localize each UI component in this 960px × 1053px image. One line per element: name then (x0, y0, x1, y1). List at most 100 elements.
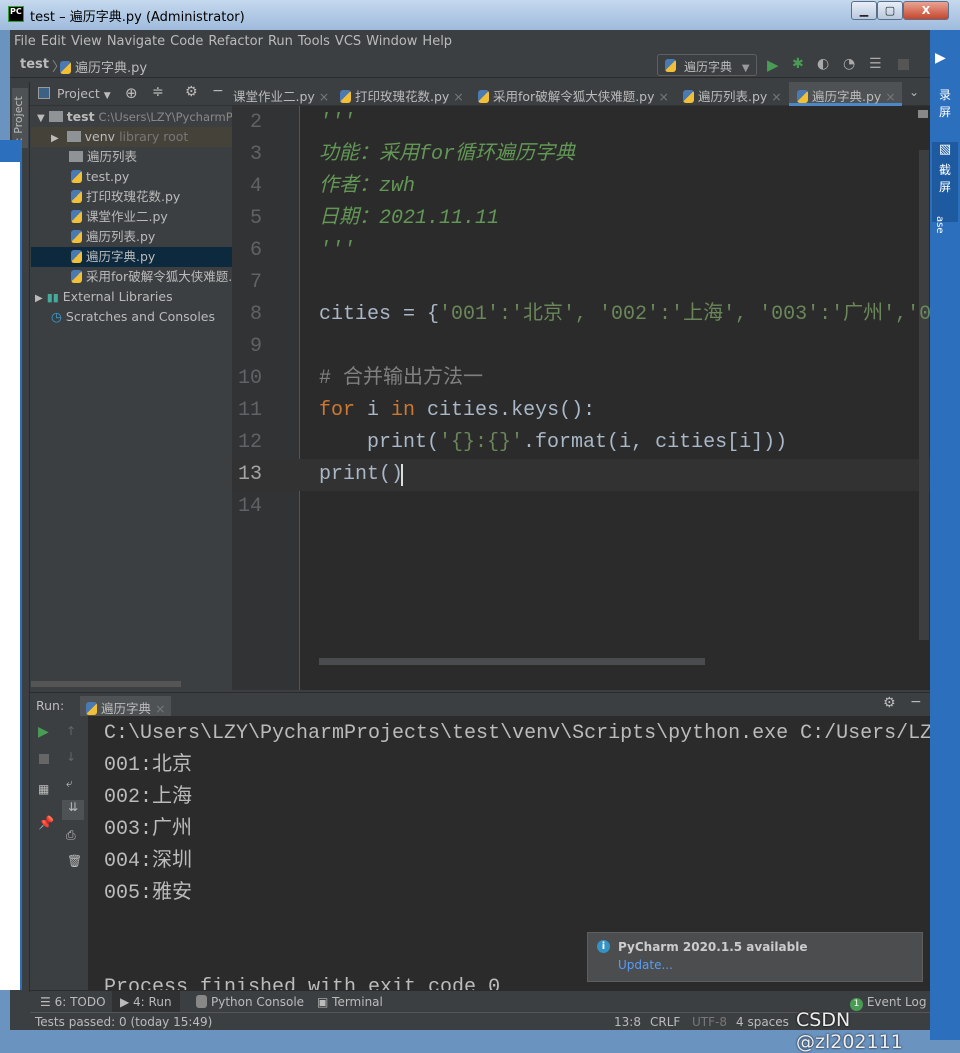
close-button[interactable]: X (903, 1, 949, 20)
rerun-icon[interactable]: ▶ (38, 724, 49, 740)
menu-file[interactable]: File (14, 34, 41, 49)
menu-edit[interactable]: Edit (41, 34, 71, 49)
python-file-icon (340, 90, 351, 103)
root-name: test (66, 109, 95, 124)
python-file-icon (71, 270, 82, 283)
tree-scratches[interactable]: ◷ Scratches and Consoles (31, 307, 232, 327)
minimize-button[interactable]: ▁ (851, 1, 877, 20)
breadcrumb-project[interactable]: test (20, 57, 49, 72)
breadcrumb-file[interactable]: 遍历字典.py (60, 57, 147, 76)
tree-item[interactable]: 打印玫瑰花数.py (31, 187, 232, 207)
tab-遍历列表[interactable]: 遍历列表.py × (683, 82, 787, 106)
video-icon[interactable]: ▶ (935, 50, 946, 66)
close-icon[interactable]: × (658, 89, 668, 104)
tree-item[interactable]: 遍历列表 (31, 147, 232, 167)
run-icon[interactable]: ▶ (767, 56, 779, 74)
breadcrumb-file-label: 遍历字典.py (75, 61, 148, 76)
tab-采用for破解令狐大侠难题[interactable]: 采用for破解令狐大侠难题.py × (478, 82, 678, 106)
debug-icon[interactable]: ✱ (792, 56, 804, 72)
print-icon[interactable]: ⎙ (66, 828, 76, 843)
indent-setting[interactable]: 4 spaces (736, 1015, 789, 1029)
down-icon[interactable]: ↓ (66, 750, 76, 764)
vertical-scrollbar[interactable] (919, 150, 929, 640)
scroll-to-end-icon[interactable]: ⇊ (62, 800, 84, 820)
code-keyword: in (391, 399, 416, 422)
gear-icon[interactable]: ⚙ (883, 695, 896, 711)
folder-icon (66, 131, 81, 142)
layout-icon[interactable]: ▦ (38, 782, 49, 796)
tree-item[interactable]: 遍历列表.py (31, 227, 232, 247)
menu-code[interactable]: Code (170, 34, 208, 49)
profile-icon[interactable]: ◔ (843, 56, 855, 72)
python-icon (86, 702, 97, 715)
tab-课堂作业二[interactable]: 课堂作业二.py × (233, 82, 333, 106)
project-tool-button[interactable]: 1: Project (12, 88, 28, 148)
coverage-icon[interactable]: ◐ (817, 56, 829, 72)
editor-horizontal-scrollbar[interactable] (319, 658, 705, 665)
menu-refactor[interactable]: Refactor (208, 34, 268, 49)
close-icon[interactable]: × (453, 89, 463, 104)
code-line: print('{}:{}'.format(i, cities[i])) (319, 427, 787, 459)
console-line: Process finished with exit code 0 (104, 976, 501, 990)
hide-icon[interactable]: − (910, 694, 922, 710)
todo-tool-button[interactable]: ☰ 6: TODO (40, 995, 106, 1009)
tree-item[interactable]: test.py (31, 167, 232, 187)
collapse-icon[interactable]: ≑ (152, 84, 164, 100)
python-file-icon (71, 190, 82, 203)
menu-view[interactable]: View (71, 34, 107, 49)
menu-window[interactable]: Window (366, 34, 422, 49)
pin-icon[interactable]: 📌 (38, 816, 54, 831)
tree-external-libraries[interactable]: ▶ ▮▮ External Libraries (31, 287, 232, 307)
tree-root[interactable]: ▼ test C:\Users\LZY\PycharmP (31, 107, 232, 127)
stop-icon[interactable] (39, 754, 49, 764)
close-icon[interactable]: × (885, 89, 895, 104)
menu-navigate[interactable]: Navigate (107, 34, 170, 49)
python-console-button[interactable]: Python Console (196, 995, 304, 1009)
todo-label: 6: TODO (54, 995, 106, 1009)
trash-icon[interactable]: 🗑 (67, 854, 82, 868)
run-config-selector[interactable]: 遍历字典 ▼ (657, 54, 757, 76)
record-button[interactable]: 录屏 (938, 86, 952, 120)
tree-item[interactable]: 采用for破解令狐大侠难题.p (31, 267, 232, 287)
item-label: 课堂作业二.py (86, 209, 168, 224)
horizontal-scrollbar[interactable] (31, 681, 181, 687)
gear-icon[interactable]: ⚙ (185, 84, 198, 100)
up-icon[interactable]: ↑ (66, 724, 76, 738)
code-token: print( (319, 431, 440, 454)
concurrency-icon[interactable]: ☰ (869, 56, 882, 72)
stop-icon[interactable] (898, 59, 909, 70)
menu-run[interactable]: Run (268, 34, 298, 49)
file-encoding[interactable]: UTF-8 (692, 1015, 727, 1029)
tree-item-selected[interactable]: 遍历字典.py (31, 247, 232, 267)
tree-venv[interactable]: ▶ venv library root (31, 127, 232, 147)
update-link[interactable]: Update... (618, 958, 673, 972)
close-icon[interactable]: × (319, 89, 329, 104)
screenshot-button[interactable]: ▧ 截屏 (932, 142, 958, 222)
terminal-label: Terminal (332, 995, 383, 1009)
soft-wrap-icon[interactable]: ⤶ (66, 776, 73, 791)
project-title: Project (57, 86, 100, 101)
status-message: Tests passed: 0 (today 15:49) (35, 1015, 213, 1029)
inspection-indicator[interactable] (918, 110, 928, 118)
menu-help[interactable]: Help (422, 34, 457, 49)
locate-icon[interactable]: ⊕ (125, 84, 138, 102)
close-icon[interactable]: × (771, 89, 781, 104)
line-separator[interactable]: CRLF (650, 1015, 680, 1029)
menu-vcs[interactable]: VCS (335, 34, 366, 49)
background-app-sliver (0, 140, 22, 990)
tab-遍历字典[interactable]: 遍历字典.py × (789, 82, 902, 106)
tab-打印玫瑰花数[interactable]: 打印玫瑰花数.py × (340, 82, 470, 106)
hide-icon[interactable]: − (212, 83, 224, 99)
run-tool-button[interactable]: ▶ 4: Run (112, 991, 180, 1013)
maximize-button[interactable]: ▢ (877, 1, 903, 20)
code-line: cities = {'001':'北京', '002':'上海', '003':… (319, 299, 931, 331)
overlay-header (0, 140, 20, 162)
tabs-overflow-icon[interactable]: ⌄ (909, 85, 919, 99)
menu-tools[interactable]: Tools (298, 34, 335, 49)
tree-item[interactable]: 课堂作业二.py (31, 207, 232, 227)
close-icon[interactable]: × (155, 701, 165, 716)
project-view-selector[interactable]: Project ▼ (57, 86, 111, 101)
caret-position[interactable]: 13:8 (614, 1015, 641, 1029)
terminal-button[interactable]: ▣ Terminal (317, 995, 383, 1009)
chevron-down-icon: ▼ (741, 63, 750, 74)
